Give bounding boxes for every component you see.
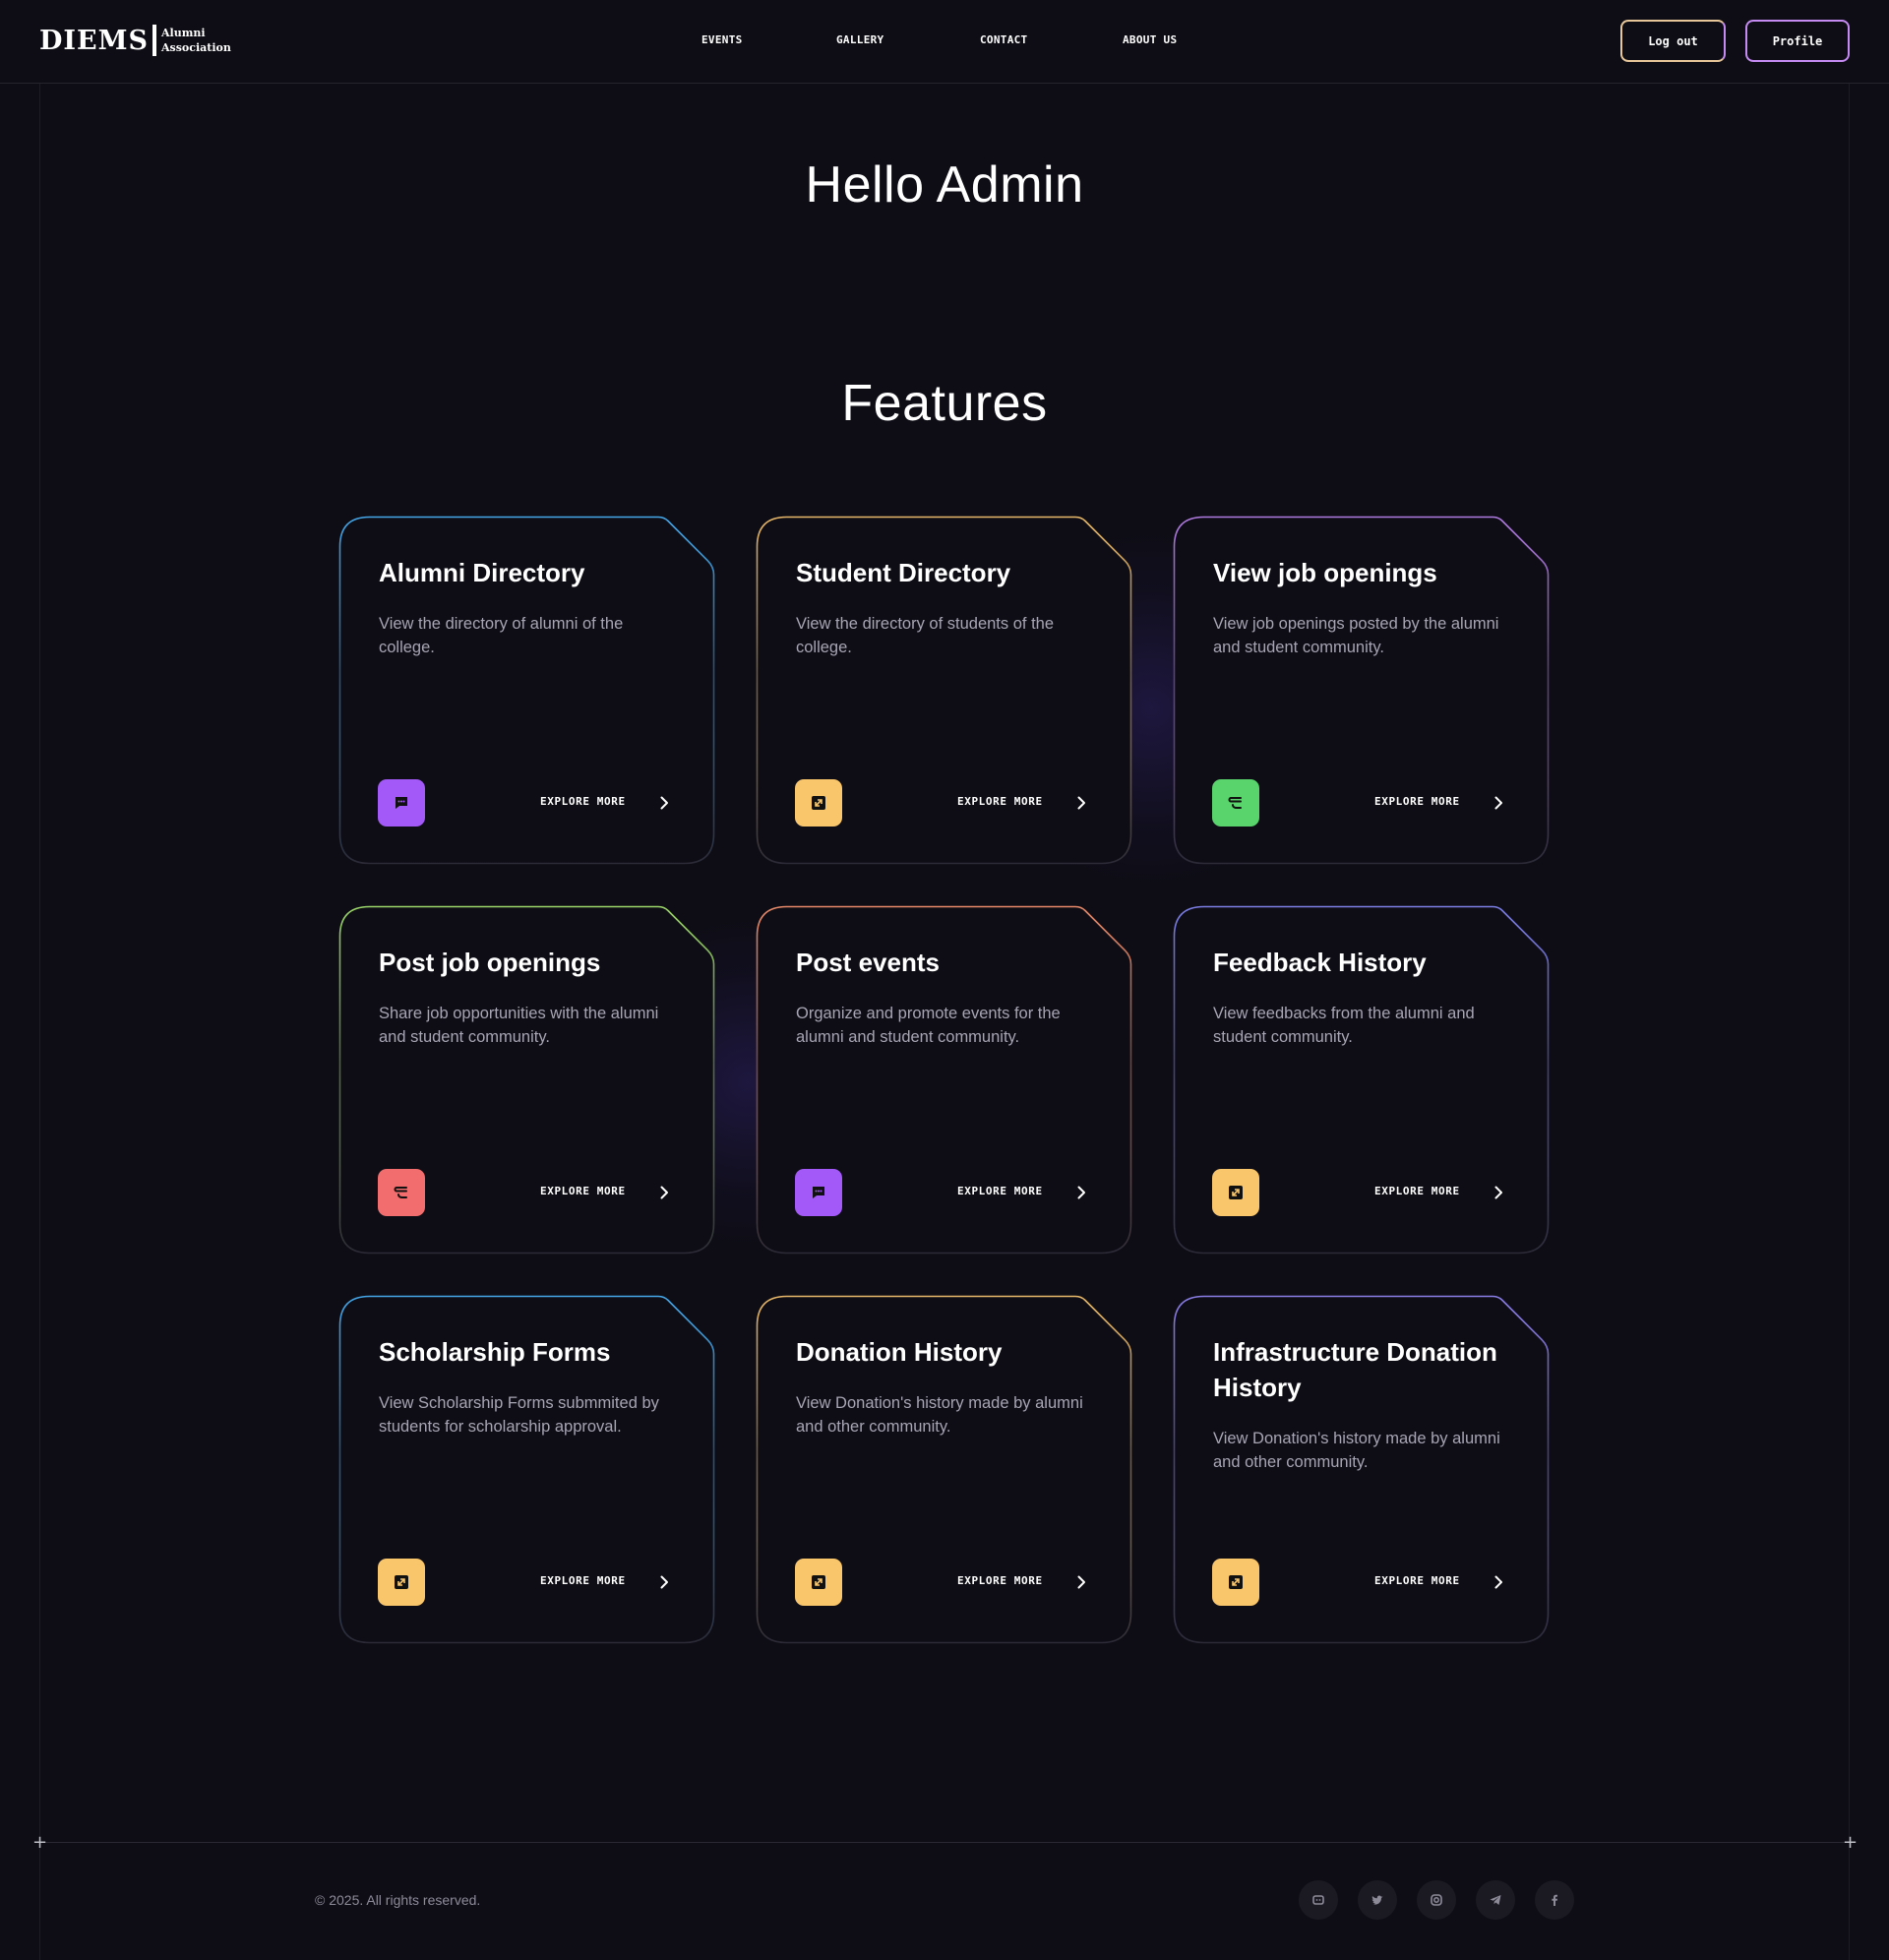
stack-icon	[1212, 779, 1259, 827]
features-heading: Features	[841, 375, 1048, 432]
card-title: Infrastructure Donation History	[1213, 1337, 1497, 1402]
instagram-icon[interactable]	[1417, 1880, 1456, 1920]
card-description: Share job opportunities with the alumni …	[379, 1005, 659, 1046]
card-description: View the directory of alumni of the coll…	[379, 615, 624, 656]
chevron-right-icon[interactable]	[1491, 795, 1506, 811]
features-grid: Alumni Directory View the directory of al…	[338, 516, 1551, 1645]
chevron-right-icon[interactable]	[1073, 795, 1089, 811]
nav-contact[interactable]: CONTACT	[980, 33, 1027, 46]
chevron-right-icon[interactable]	[1073, 1185, 1089, 1200]
expand-icon	[795, 779, 842, 827]
logout-button[interactable]: Log out	[1620, 20, 1726, 62]
expand-icon	[1212, 1169, 1259, 1216]
profile-button[interactable]: Profile	[1745, 20, 1850, 62]
facebook-icon[interactable]	[1535, 1880, 1574, 1920]
explore-more-link[interactable]: EXPLORE MORE	[1374, 1185, 1483, 1200]
plus-marker-left: +	[32, 1832, 48, 1853]
nav-gallery[interactable]: GALLERY	[836, 33, 884, 46]
chevron-right-icon[interactable]	[1073, 1574, 1089, 1590]
explore-more-link[interactable]: EXPLORE MORE	[540, 795, 648, 811]
chevron-right-icon[interactable]	[656, 1185, 672, 1200]
explore-more-link[interactable]: EXPLORE MORE	[957, 1185, 1066, 1200]
feature-card[interactable]: View job openings View job openings poste…	[1173, 516, 1550, 865]
frame-line-right	[1849, 84, 1850, 1960]
explore-more-link[interactable]: EXPLORE MORE	[540, 1185, 648, 1200]
card-description: View the directory of students of the co…	[796, 615, 1055, 656]
chevron-right-icon[interactable]	[1491, 1574, 1506, 1590]
card-title: Post events	[796, 948, 940, 977]
explore-more-link[interactable]: EXPLORE MORE	[957, 1574, 1066, 1590]
feature-card[interactable]: Feedback History View feedbacks from the …	[1173, 905, 1550, 1255]
expand-icon	[378, 1559, 425, 1606]
site-header: DIEMS Alumni Association EVENTS GALLERY …	[0, 0, 1889, 84]
card-title: Feedback History	[1213, 948, 1427, 977]
card-title: Alumni Directory	[379, 558, 585, 587]
expand-icon	[1212, 1559, 1259, 1606]
feature-card[interactable]: Post job openings Share job opportunities…	[338, 905, 715, 1255]
card-title: View job openings	[1213, 558, 1437, 587]
feature-card[interactable]: Scholarship Forms View Scholarship Forms …	[338, 1295, 715, 1644]
feature-card[interactable]: Infrastructure Donation History View Dona…	[1173, 1295, 1550, 1644]
chat-icon	[378, 779, 425, 827]
telegram-icon[interactable]	[1476, 1880, 1515, 1920]
footer-divider	[39, 1842, 1850, 1843]
nav-about-us[interactable]: ABOUT US	[1123, 33, 1177, 46]
card-description: View Scholarship Forms submmited by stud…	[379, 1394, 659, 1436]
feature-card[interactable]: Alumni Directory View the directory of al…	[338, 516, 715, 865]
feature-card[interactable]: Student Directory View the directory of s…	[756, 516, 1132, 865]
chevron-right-icon[interactable]	[656, 1574, 672, 1590]
card-description: View job openings posted by the alumni a…	[1213, 615, 1499, 656]
nav-events[interactable]: EVENTS	[701, 33, 743, 46]
plus-marker-right: +	[1843, 1832, 1859, 1853]
card-title: Student Directory	[796, 558, 1011, 587]
card-description: View feedbacks from the alumni and stude…	[1213, 1005, 1475, 1046]
greeting-heading: Hello Admin	[805, 156, 1084, 214]
card-title: Scholarship Forms	[379, 1337, 611, 1367]
card-title: Post job openings	[379, 948, 601, 977]
twitter-icon[interactable]	[1358, 1880, 1397, 1920]
card-description: View Donation's history made by alumni a…	[796, 1394, 1083, 1436]
main-nav: EVENTS GALLERY CONTACT ABOUT US	[0, 33, 1889, 49]
chat-icon	[795, 1169, 842, 1216]
card-description: Organize and promote events for the alum…	[796, 1005, 1061, 1046]
chevron-right-icon[interactable]	[656, 795, 672, 811]
explore-more-link[interactable]: EXPLORE MORE	[1374, 1574, 1483, 1590]
explore-more-link[interactable]: EXPLORE MORE	[1374, 795, 1483, 811]
feature-card[interactable]: Donation History View Donation's history …	[756, 1295, 1132, 1644]
explore-more-link[interactable]: EXPLORE MORE	[540, 1574, 648, 1590]
expand-icon	[795, 1559, 842, 1606]
discord-icon[interactable]	[1299, 1880, 1338, 1920]
copyright-text: © 2025. All rights reserved.	[315, 1892, 481, 1908]
chevron-right-icon[interactable]	[1491, 1185, 1506, 1200]
feature-card[interactable]: Post events Organize and promote events f…	[756, 905, 1132, 1255]
frame-line-left	[39, 84, 40, 1960]
card-description: View Donation's history made by alumni a…	[1213, 1430, 1500, 1471]
explore-more-link[interactable]: EXPLORE MORE	[957, 795, 1066, 811]
stack-icon	[378, 1169, 425, 1216]
card-title: Donation History	[796, 1337, 1003, 1367]
